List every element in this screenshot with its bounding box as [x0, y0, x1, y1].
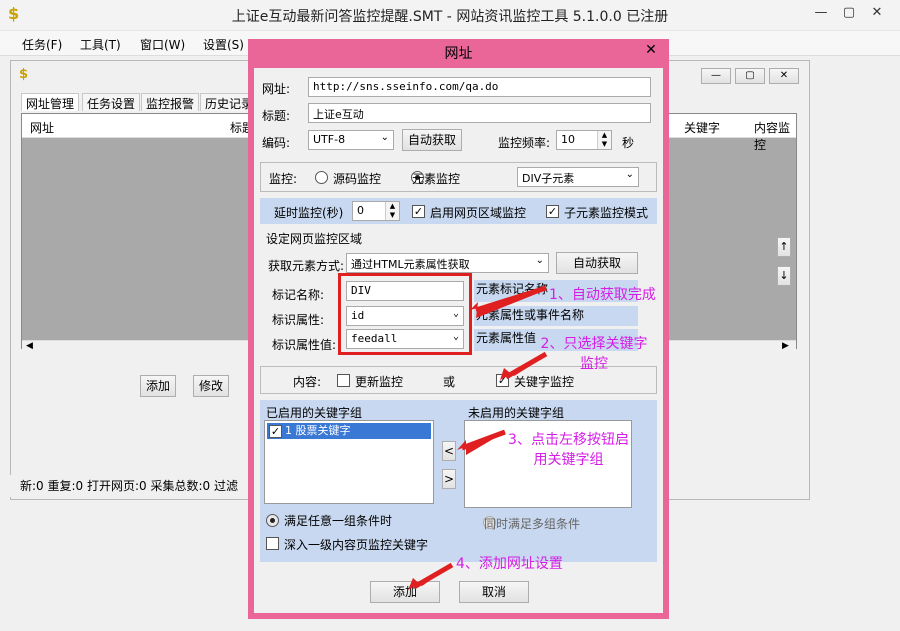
deep-label: 深入一级内容页监控关键字	[284, 538, 429, 552]
region-enable-checkbox[interactable]: ✓	[412, 205, 425, 218]
child-mode-label: 子元素监控模式	[564, 206, 649, 220]
hint-attr: 元素属性或事件名称	[474, 306, 638, 326]
update-monitor-label: 更新监控	[355, 375, 404, 389]
url-dialog: 网址 ✕ 网址: http://sns.sseinfo.com/qa.do 标题…	[248, 39, 669, 619]
delay-row: 延时监控(秒) 0 ▲ ▼ ✓ 启用网页区域监控 ✓ 子元素监控模式	[260, 198, 657, 224]
url-label: 网址:	[262, 82, 291, 96]
monitor-label: 监控:	[269, 172, 298, 186]
delay-input[interactable]: 0 ▲ ▼	[352, 201, 400, 221]
freq-label: 监控频率:	[498, 136, 551, 150]
source-monitor-label: 源码监控	[333, 172, 382, 186]
element-monitor-label: 元素监控	[412, 172, 461, 186]
update-monitor-checkbox[interactable]	[337, 374, 350, 387]
dialog-title: 网址	[444, 46, 473, 62]
tab-url-manage[interactable]: 网址管理	[21, 93, 80, 111]
element-mode-value: DIV子元素	[522, 172, 575, 185]
fetch-auto-button[interactable]: 自动获取	[556, 252, 638, 274]
keyword-groups-panel: 已启用的关键字组 1 股票关键字 ✓ 未启用的关键字组 < > 满足任意一组条件…	[260, 400, 657, 562]
monitor-mode-group: 监控: 源码监控 元素监控 DIV子元素 ⌄	[260, 162, 657, 192]
title-input[interactable]: 上证e互动	[308, 103, 651, 123]
child-minimize-icon[interactable]: —	[701, 68, 731, 84]
child-close-icon[interactable]: ✕	[769, 68, 799, 84]
encoding-select[interactable]: UTF-8 ⌄	[308, 130, 394, 150]
menu-settings[interactable]: 设置(S)	[203, 36, 244, 53]
annotation-3: 3、点击左移按钮启用关键字组	[508, 432, 629, 468]
move-right-button[interactable]: >	[442, 469, 456, 489]
annotation-4: 4、添加网址设置	[456, 556, 563, 572]
scroll-right-icon[interactable]: ▶	[782, 341, 789, 351]
child-logo-icon: $	[19, 67, 29, 82]
tab-alerts[interactable]: 监控报警	[141, 93, 200, 111]
scroll-left-icon[interactable]: ◀	[26, 341, 33, 351]
app-title: 上证e互动最新问答监控提醒.SMT - 网站资讯监控工具 5.1.0.0 已注册	[231, 9, 669, 25]
title-label: 标题:	[262, 109, 291, 123]
close-icon[interactable]: ✕	[864, 2, 890, 24]
menu-tools[interactable]: 工具(T)	[80, 36, 121, 53]
disabled-groups-label: 未启用的关键字组	[468, 406, 565, 420]
move-down-icon[interactable]: ↓	[777, 266, 791, 286]
dialog-add-button[interactable]: 添加	[370, 581, 440, 603]
highlight-box	[338, 273, 472, 355]
deep-checkbox[interactable]	[266, 537, 279, 550]
any-group-label: 满足任意一组条件时	[284, 514, 393, 528]
fetch-method-select[interactable]: 通过HTML元素属性获取 ⌄	[346, 253, 549, 273]
child-mode-checkbox[interactable]: ✓	[546, 205, 559, 218]
encoding-auto-button[interactable]: 自动获取	[402, 129, 462, 151]
annotation-1: 1、自动获取完成	[549, 287, 656, 303]
main-edit-button[interactable]: 修改	[193, 375, 229, 397]
tab-task-settings[interactable]: 任务设置	[82, 93, 141, 111]
dialog-cancel-button[interactable]: 取消	[459, 581, 529, 603]
menu-task[interactable]: 任务(F)	[22, 36, 62, 53]
encoding-label: 编码:	[262, 136, 291, 150]
minimize-icon[interactable]: —	[808, 2, 834, 24]
region-section-title: 设定网页监控区域	[266, 232, 363, 246]
fetch-method-label: 获取元素方式:	[268, 259, 345, 273]
group-checkbox[interactable]: ✓	[269, 425, 282, 438]
chevron-down-icon: ⌄	[535, 255, 544, 266]
region-enable-label: 启用网页区域监控	[430, 206, 527, 220]
maximize-icon[interactable]: ▢	[836, 2, 862, 24]
any-group-radio[interactable]	[266, 514, 279, 527]
url-input[interactable]: http://sns.sseinfo.com/qa.do	[308, 77, 651, 97]
move-left-button[interactable]: <	[442, 441, 456, 461]
list-item[interactable]: 1 股票关键字	[267, 423, 431, 439]
freq-spinner-icon[interactable]: ▲ ▼	[597, 131, 611, 149]
freq-input[interactable]: 10 ▲ ▼	[556, 130, 612, 150]
move-up-icon[interactable]: ↑	[777, 237, 791, 257]
tag-name-label: 标记名称:	[272, 288, 325, 302]
or-label: 或	[443, 375, 456, 389]
element-mode-select[interactable]: DIV子元素 ⌄	[517, 167, 639, 187]
content-label: 内容:	[293, 375, 322, 389]
attr-value-label: 标识属性值:	[272, 338, 337, 352]
annotation-2: 2、只选择关键字监控	[540, 336, 648, 372]
dialog-close-icon[interactable]: ✕	[636, 39, 666, 61]
chevron-down-icon: ⌄	[380, 132, 389, 143]
delay-spinner-icon[interactable]: ▲ ▼	[385, 202, 399, 220]
keyword-monitor-label: 关键字监控	[514, 375, 575, 389]
all-groups-label: 同时满足多组条件	[484, 517, 581, 531]
freq-value: 10	[561, 133, 575, 146]
source-monitor-radio[interactable]	[315, 171, 328, 184]
freq-unit: 秒	[622, 136, 635, 150]
title-bar: $ 上证e互动最新问答监控提醒.SMT - 网站资讯监控工具 5.1.0.0 已…	[0, 0, 900, 31]
chevron-down-icon: ⌄	[625, 169, 634, 180]
menu-window[interactable]: 窗口(W)	[140, 36, 185, 53]
enabled-group-item: 1 股票关键字	[285, 424, 351, 437]
encoding-value: UTF-8	[313, 133, 346, 146]
delay-label: 延时监控(秒)	[274, 206, 344, 220]
fetch-method-value: 通过HTML元素属性获取	[351, 258, 470, 271]
keyword-monitor-checkbox[interactable]: ✓	[496, 374, 509, 387]
column-url[interactable]: 网址	[30, 119, 54, 136]
delay-value: 0	[357, 204, 364, 217]
child-restore-icon[interactable]: ▢	[735, 68, 765, 84]
column-content[interactable]: 内容监控	[754, 119, 796, 153]
column-keyword[interactable]: 关键字	[684, 119, 720, 136]
enabled-groups-label: 已启用的关键字组	[266, 406, 363, 420]
enabled-groups-list[interactable]: 1 股票关键字 ✓	[264, 420, 434, 504]
attr-label: 标识属性:	[272, 313, 325, 327]
main-add-button[interactable]: 添加	[140, 375, 176, 397]
